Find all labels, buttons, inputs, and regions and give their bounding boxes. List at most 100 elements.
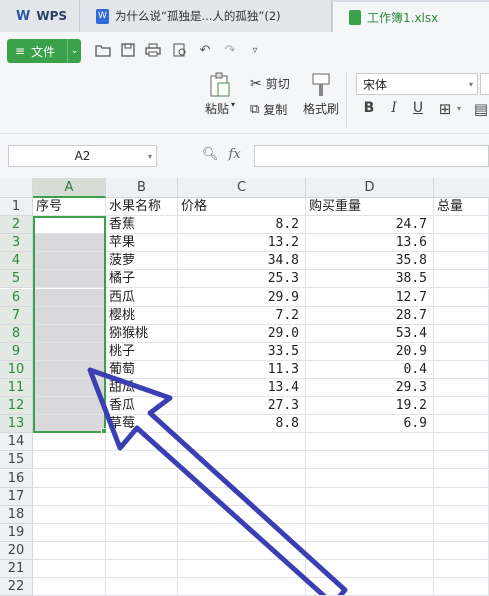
cell-b[interactable]: 菠萝 — [106, 252, 178, 271]
cell-e[interactable] — [434, 451, 489, 470]
cell-e[interactable] — [434, 505, 489, 524]
cell-d[interactable] — [306, 523, 434, 542]
row-header[interactable]: 15 — [0, 451, 33, 470]
row-header[interactable]: 9 — [0, 342, 33, 361]
cell-c[interactable]: 27.3 — [178, 397, 306, 416]
column-header-b[interactable]: B — [106, 178, 178, 198]
cell-a[interactable] — [33, 270, 106, 289]
cell-e[interactable] — [434, 288, 489, 307]
row-header[interactable]: 1 — [0, 198, 33, 216]
cell-a[interactable] — [33, 360, 106, 379]
cell-b[interactable] — [106, 578, 178, 596]
row-header[interactable]: 13 — [0, 415, 33, 434]
cell-a[interactable] — [33, 541, 106, 560]
cell-a[interactable] — [33, 216, 106, 235]
cell-e[interactable] — [434, 306, 489, 325]
open-folder-icon[interactable] — [95, 42, 111, 58]
tab-workbook[interactable]: 工作簿1.xlsx — [332, 2, 489, 33]
row-header[interactable]: 19 — [0, 523, 33, 542]
cell-e[interactable] — [434, 252, 489, 271]
cell-c[interactable] — [178, 451, 306, 470]
cell-a[interactable] — [33, 252, 106, 271]
cell-d[interactable]: 35.8 — [306, 252, 434, 271]
cell-b[interactable]: 苹果 — [106, 234, 178, 253]
row-header[interactable]: 18 — [0, 505, 33, 524]
row-header[interactable]: 21 — [0, 560, 33, 578]
row-header[interactable]: 14 — [0, 433, 33, 452]
cell-e[interactable] — [434, 578, 489, 596]
cell-b[interactable]: 香蕉 — [106, 216, 178, 235]
column-header-d[interactable]: D — [306, 178, 434, 198]
cell-e[interactable] — [434, 342, 489, 361]
cell-e[interactable] — [434, 433, 489, 452]
cell-d[interactable]: 购买重量 — [306, 198, 434, 216]
cell-d[interactable] — [306, 469, 434, 488]
cell-e[interactable] — [434, 379, 489, 397]
file-menu-button[interactable]: ≡ 文件 ⌄ — [7, 39, 81, 63]
cell-d[interactable]: 29.3 — [306, 379, 434, 397]
cell-b[interactable] — [106, 541, 178, 560]
row-header[interactable]: 22 — [0, 578, 33, 596]
cell-e[interactable] — [434, 360, 489, 379]
tab-document[interactable]: W 为什么说“孤独是...人的孤独”(2) — [80, 0, 332, 32]
chevron-down-icon[interactable]: ⌄ — [67, 39, 81, 63]
cell-c[interactable]: 8.8 — [178, 415, 306, 434]
cell-b[interactable] — [106, 433, 178, 452]
cell-a[interactable] — [33, 288, 106, 307]
cell-a[interactable] — [33, 397, 106, 416]
row-header[interactable]: 11 — [0, 379, 33, 397]
name-box[interactable]: A2 ▾ — [8, 145, 157, 167]
cell-c[interactable] — [178, 433, 306, 452]
cell-b[interactable] — [106, 523, 178, 542]
customize-dropdown-icon[interactable]: ▿ — [247, 42, 263, 58]
print-preview-icon[interactable] — [172, 42, 188, 58]
cell-d[interactable]: 19.2 — [306, 397, 434, 416]
cell-e[interactable] — [434, 560, 489, 578]
cell-c[interactable]: 29.9 — [178, 288, 306, 307]
cell-c[interactable] — [178, 505, 306, 524]
cell-b[interactable]: 香瓜 — [106, 397, 178, 416]
cell-b[interactable] — [106, 505, 178, 524]
row-header[interactable]: 10 — [0, 360, 33, 379]
cell-c[interactable]: 29.0 — [178, 324, 306, 343]
paste-button[interactable]: 粘贴 ▾ — [205, 72, 235, 117]
underline-button[interactable]: U — [409, 100, 427, 116]
cell-a[interactable] — [33, 451, 106, 470]
cell-a[interactable] — [33, 523, 106, 542]
formula-input[interactable] — [254, 145, 489, 167]
print-icon[interactable] — [145, 42, 161, 58]
row-header[interactable]: 2 — [0, 216, 33, 235]
cell-b[interactable] — [106, 451, 178, 470]
cell-a[interactable] — [33, 578, 106, 596]
cell-d[interactable]: 0.4 — [306, 360, 434, 379]
zoom-search-icon[interactable]: 🔍︎ — [202, 147, 219, 162]
cell-a[interactable] — [33, 487, 106, 506]
cell-d[interactable]: 6.9 — [306, 415, 434, 434]
cell-d[interactable] — [306, 560, 434, 578]
cell-d[interactable]: 53.4 — [306, 324, 434, 343]
column-header-e[interactable] — [434, 178, 489, 198]
row-header[interactable]: 6 — [0, 288, 33, 307]
cell-b[interactable]: 樱桃 — [106, 306, 178, 325]
cut-button[interactable]: ✂ 剪切 — [250, 75, 290, 92]
cell-a[interactable] — [33, 306, 106, 325]
cell-c[interactable]: 13.4 — [178, 379, 306, 397]
insert-function-button[interactable]: fx — [229, 147, 241, 162]
cell-b[interactable]: 西瓜 — [106, 288, 178, 307]
cell-d[interactable] — [306, 451, 434, 470]
cell-c[interactable]: 13.2 — [178, 234, 306, 253]
redo-icon[interactable]: ↷ — [222, 42, 238, 58]
cell-a[interactable] — [33, 234, 106, 253]
row-header[interactable]: 20 — [0, 541, 33, 560]
cell-e[interactable] — [434, 541, 489, 560]
cell-a[interactable] — [33, 379, 106, 397]
row-header[interactable]: 7 — [0, 306, 33, 325]
cell-c[interactable]: 33.5 — [178, 342, 306, 361]
cell-e[interactable] — [434, 324, 489, 343]
row-header[interactable]: 3 — [0, 234, 33, 253]
cell-b[interactable]: 葡萄 — [106, 360, 178, 379]
cell-d[interactable] — [306, 433, 434, 452]
bold-button[interactable]: B — [360, 100, 378, 116]
cell-d[interactable] — [306, 505, 434, 524]
cell-c[interactable]: 7.2 — [178, 306, 306, 325]
